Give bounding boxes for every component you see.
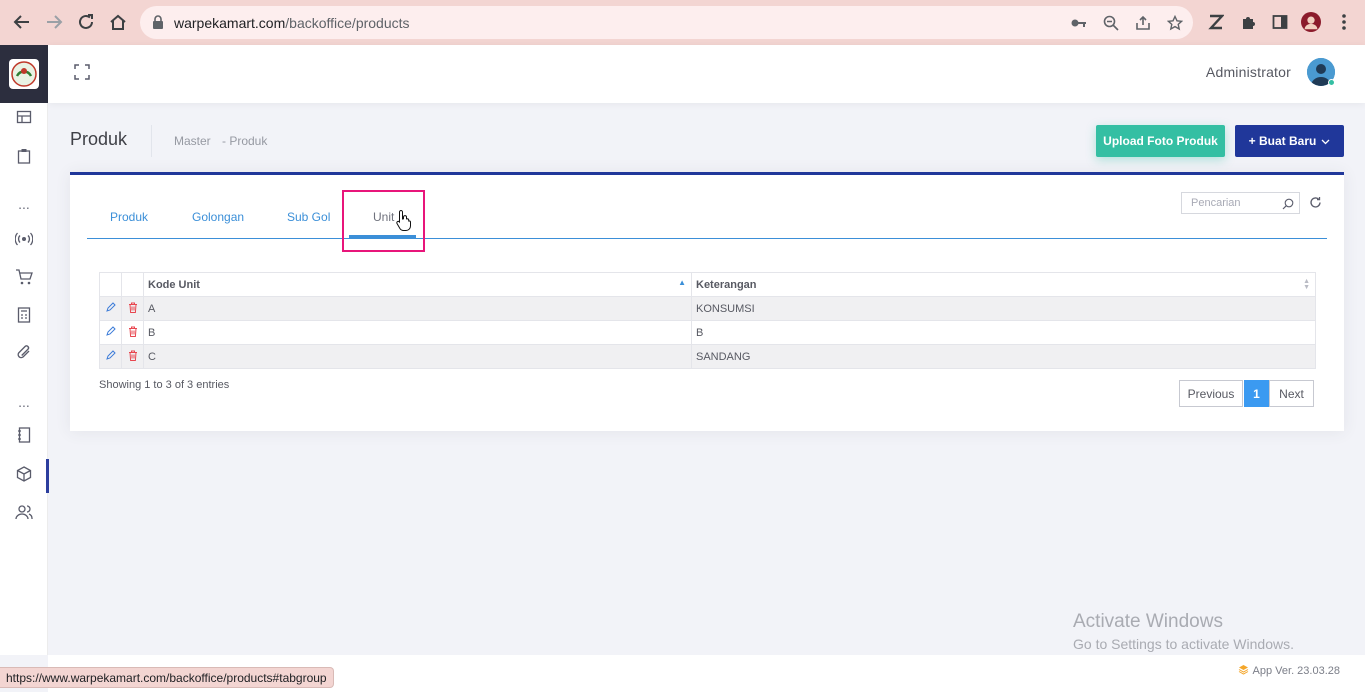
table-info: Showing 1 to 3 of 3 entries bbox=[99, 379, 230, 391]
create-new-button[interactable]: + Buat Baru bbox=[1235, 125, 1344, 157]
app-version-text: App Ver. 23.03.28 bbox=[1252, 665, 1340, 677]
url-text: warpekamart.com/backoffice/products bbox=[174, 15, 410, 31]
tab-produk[interactable]: Produk bbox=[110, 210, 148, 224]
title-separator bbox=[151, 125, 152, 157]
tabs-divider bbox=[87, 238, 1327, 239]
pagination-previous-button[interactable]: Previous bbox=[1179, 380, 1243, 407]
table-row: B B bbox=[99, 320, 1316, 345]
edit-pencil-icon[interactable] bbox=[99, 320, 122, 345]
sidebar: ... ... bbox=[0, 45, 49, 655]
browser-toolbar: warpekamart.com/backoffice/products bbox=[0, 0, 1365, 45]
pagination-next-button[interactable]: Next bbox=[1269, 380, 1314, 407]
tab-sub-gol[interactable]: Sub Gol bbox=[287, 210, 330, 224]
extension-z-icon[interactable] bbox=[1206, 12, 1226, 32]
search-icon[interactable] bbox=[1282, 197, 1294, 210]
cell-kode-unit: A bbox=[143, 296, 692, 321]
search-input[interactable] bbox=[1182, 193, 1274, 213]
layers-icon bbox=[1238, 664, 1249, 678]
sidebar-item-cart[interactable] bbox=[0, 262, 48, 296]
sidebar-item-attachment[interactable] bbox=[0, 338, 48, 372]
sidebar-item-products[interactable] bbox=[0, 459, 49, 493]
edit-col-header bbox=[99, 272, 122, 297]
broadcast-icon bbox=[14, 232, 34, 251]
page-title: Produk bbox=[70, 129, 128, 149]
content-portlet: Produk Golongan Sub Gol Unit Kode Unit ▲… bbox=[70, 172, 1344, 431]
admin-name[interactable]: Administrator bbox=[1206, 64, 1291, 80]
column-header-keterangan[interactable]: Keterangan ▲ ▼ bbox=[691, 272, 1316, 297]
cell-kode-unit: B bbox=[143, 320, 692, 345]
column-header-kode-unit[interactable]: Kode Unit ▲ bbox=[143, 272, 692, 297]
activation-watermark-subtitle: Go to Settings to activate Windows. bbox=[1073, 636, 1294, 652]
sidebar-item-users[interactable] bbox=[0, 497, 48, 531]
share-icon[interactable] bbox=[1134, 14, 1152, 32]
cell-keterangan: KONSUMSI bbox=[691, 296, 1316, 321]
edit-pencil-icon[interactable] bbox=[99, 344, 122, 369]
forward-arrow-icon[interactable] bbox=[43, 11, 65, 33]
extensions-puzzle-icon[interactable] bbox=[1238, 12, 1258, 32]
sidebar-item-broadcast[interactable] bbox=[0, 224, 48, 258]
sort-both-icon: ▲ ▼ bbox=[1303, 278, 1310, 291]
app-version: App Ver. 23.03.28 bbox=[1238, 664, 1340, 678]
lock-icon bbox=[152, 15, 164, 34]
logo-container[interactable] bbox=[0, 45, 48, 103]
back-arrow-icon[interactable] bbox=[11, 11, 33, 33]
delete-trash-icon[interactable] bbox=[121, 296, 144, 321]
cell-kode-unit: C bbox=[143, 344, 692, 369]
online-status-dot bbox=[1328, 79, 1335, 86]
browser-menu-icon[interactable] bbox=[1334, 12, 1354, 32]
box-icon bbox=[16, 465, 32, 487]
column-label-kode-unit: Kode Unit bbox=[148, 278, 200, 291]
key-icon[interactable] bbox=[1070, 14, 1088, 32]
create-new-label: + Buat Baru bbox=[1248, 134, 1317, 148]
sidebar-item-notebook[interactable] bbox=[0, 420, 48, 454]
users-icon bbox=[15, 504, 33, 525]
reload-icon[interactable] bbox=[75, 11, 97, 33]
table-header-row: Kode Unit ▲ Keterangan ▲ ▼ bbox=[99, 272, 1316, 297]
zoom-out-icon[interactable] bbox=[1102, 14, 1120, 32]
sidebar-item-calculator[interactable] bbox=[0, 300, 48, 334]
breadcrumb-produk[interactable]: - Produk bbox=[222, 134, 267, 148]
chevron-down-icon bbox=[1321, 134, 1330, 148]
table-row: C SANDANG bbox=[99, 344, 1316, 369]
tab-highlight-box bbox=[342, 190, 425, 252]
bookmark-star-icon[interactable] bbox=[1166, 14, 1184, 32]
edit-pencil-icon[interactable] bbox=[99, 296, 122, 321]
cart-icon bbox=[15, 268, 33, 290]
calculator-icon bbox=[17, 306, 31, 328]
notebook-icon bbox=[17, 426, 31, 448]
delete-trash-icon[interactable] bbox=[121, 344, 144, 369]
column-label-keterangan: Keterangan bbox=[696, 278, 757, 291]
pagination-page-button[interactable]: 1 bbox=[1244, 380, 1269, 407]
upload-photo-button[interactable]: Upload Foto Produk bbox=[1096, 125, 1225, 157]
sort-asc-icon: ▲ bbox=[678, 278, 686, 287]
breadcrumb-master[interactable]: Master bbox=[174, 134, 211, 148]
home-icon[interactable] bbox=[107, 11, 129, 33]
delete-col-header bbox=[121, 272, 144, 297]
address-bar[interactable]: warpekamart.com/backoffice/products bbox=[140, 6, 1193, 39]
tab-golongan[interactable]: Golongan bbox=[192, 210, 244, 224]
sidebar-item-dashboard[interactable] bbox=[0, 102, 48, 136]
activation-watermark-title: Activate Windows bbox=[1073, 611, 1223, 632]
app-logo bbox=[9, 59, 39, 89]
fullscreen-icon[interactable] bbox=[74, 64, 92, 82]
sidebar-section-dots: ... bbox=[18, 196, 30, 212]
search-field[interactable] bbox=[1181, 192, 1300, 214]
side-panel-icon[interactable] bbox=[1270, 12, 1290, 32]
sidebar-item-clipboard[interactable] bbox=[0, 141, 48, 175]
unit-table: Kode Unit ▲ Keterangan ▲▼ A KONSUMSI B bbox=[99, 272, 1316, 369]
profile-avatar-icon[interactable] bbox=[1301, 12, 1321, 32]
clipboard-icon bbox=[16, 148, 32, 169]
hand-cursor-icon bbox=[396, 209, 412, 236]
table-row: A KONSUMSI bbox=[99, 296, 1316, 321]
top-header: Administrator bbox=[48, 45, 1365, 103]
cell-keterangan: B bbox=[691, 320, 1316, 345]
delete-trash-icon[interactable] bbox=[121, 320, 144, 345]
paperclip-icon bbox=[15, 344, 33, 367]
cell-keterangan: SANDANG bbox=[691, 344, 1316, 369]
refresh-icon[interactable] bbox=[1309, 196, 1322, 209]
sidebar-section-dots: ... bbox=[18, 394, 30, 410]
dashboard-icon bbox=[16, 109, 32, 130]
status-bar-url: https://www.warpekamart.com/backoffice/p… bbox=[0, 667, 334, 688]
